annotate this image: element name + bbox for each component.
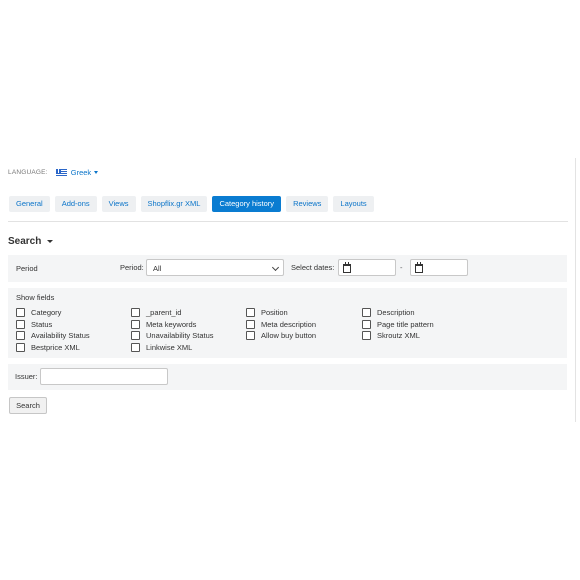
field-option[interactable]: Availability Status <box>16 331 90 340</box>
language-dropdown[interactable]: Greek <box>70 167 99 177</box>
checkbox[interactable] <box>131 343 140 352</box>
field-option[interactable]: Meta keywords <box>131 320 196 329</box>
tab-add-ons[interactable]: Add-ons <box>54 196 97 212</box>
field-option[interactable]: _parent_id <box>131 308 181 317</box>
date-to-input[interactable] <box>410 259 468 276</box>
checkbox[interactable] <box>131 331 140 340</box>
field-option[interactable]: Position <box>246 308 288 317</box>
checkbox[interactable] <box>362 308 371 317</box>
field-option-label: Availability Status <box>31 331 90 340</box>
checkbox[interactable] <box>246 320 255 329</box>
field-option-label: Linkwise XML <box>146 343 193 352</box>
search-heading: Search <box>8 236 42 247</box>
field-option-label: Description <box>377 308 415 317</box>
checkbox[interactable] <box>16 331 25 340</box>
field-option-label: Category <box>31 308 62 317</box>
tab-bar: General Add-ons Views Shopflix.gr XML Ca… <box>9 196 379 212</box>
field-option[interactable]: Unavailability Status <box>131 331 214 340</box>
show-fields-panel: Show fields Category Status Availability… <box>8 288 567 358</box>
field-option[interactable]: Bestprice XML <box>16 343 80 352</box>
field-option[interactable]: Meta description <box>246 320 316 329</box>
tabs-divider <box>8 221 568 222</box>
tab-reviews[interactable]: Reviews <box>286 196 329 212</box>
field-option-label: Status <box>31 320 53 329</box>
issuer-label: Issuer: <box>15 372 38 381</box>
checkbox[interactable] <box>362 331 371 340</box>
calendar-icon <box>415 262 423 273</box>
select-dates-label: Select dates: <box>291 263 335 272</box>
checkbox[interactable] <box>131 308 140 317</box>
tab-shopflix-xml[interactable]: Shopflix.gr XML <box>140 196 208 212</box>
field-option-label: Bestprice XML <box>31 343 80 352</box>
checkbox[interactable] <box>362 320 371 329</box>
period-field-label: Period: <box>120 263 144 272</box>
tab-general[interactable]: General <box>9 196 50 212</box>
field-option[interactable]: Category <box>16 308 61 317</box>
greek-flag-icon <box>55 168 67 176</box>
language-selector: LANGUAGE: Greek <box>8 166 99 178</box>
show-fields-label: Show fields <box>16 293 55 302</box>
issuer-panel: Issuer: <box>8 364 567 390</box>
field-option-label: Meta description <box>261 320 317 329</box>
checkbox[interactable] <box>246 308 255 317</box>
date-from-input[interactable] <box>338 259 396 276</box>
field-option-label: Skroutz XML <box>377 331 420 340</box>
tab-layouts[interactable]: Layouts <box>333 196 374 212</box>
period-row-label: Period <box>16 264 38 273</box>
checkbox[interactable] <box>16 343 25 352</box>
field-option[interactable]: Skroutz XML <box>362 331 420 340</box>
calendar-icon <box>343 262 351 273</box>
caret-down-icon <box>47 240 54 243</box>
field-option-label: Allow buy button <box>261 331 317 340</box>
search-button[interactable]: Search <box>9 397 47 414</box>
period-panel: Period Period: All Select dates: - <box>8 255 567 282</box>
field-option[interactable]: Linkwise XML <box>131 343 192 352</box>
field-option[interactable]: Description <box>362 308 415 317</box>
field-option[interactable]: Status <box>16 320 52 329</box>
caret-down-icon <box>94 170 99 174</box>
period-select-value: All <box>153 264 162 273</box>
checkbox[interactable] <box>16 320 25 329</box>
field-option-label: Page title pattern <box>377 320 434 329</box>
period-select[interactable]: All <box>146 259 284 276</box>
checkbox[interactable] <box>246 331 255 340</box>
field-option[interactable]: Page title pattern <box>362 320 434 329</box>
tab-category-history[interactable]: Category history <box>212 196 282 212</box>
date-separator: - <box>400 263 403 272</box>
chevron-down-icon <box>271 263 280 272</box>
language-label: LANGUAGE: <box>8 168 48 176</box>
page-right-border <box>575 158 576 422</box>
issuer-input[interactable] <box>40 368 168 385</box>
search-toggle[interactable]: Search <box>8 236 54 247</box>
checkbox[interactable] <box>131 320 140 329</box>
field-option-label: Unavailability Status <box>146 331 214 340</box>
field-option-label: _parent_id <box>146 308 182 317</box>
field-option-label: Meta keywords <box>146 320 197 329</box>
field-option-label: Position <box>261 308 288 317</box>
tab-views[interactable]: Views <box>101 196 136 212</box>
field-option[interactable]: Allow buy button <box>246 331 316 340</box>
language-value: Greek <box>70 167 92 177</box>
checkbox[interactable] <box>16 308 25 317</box>
